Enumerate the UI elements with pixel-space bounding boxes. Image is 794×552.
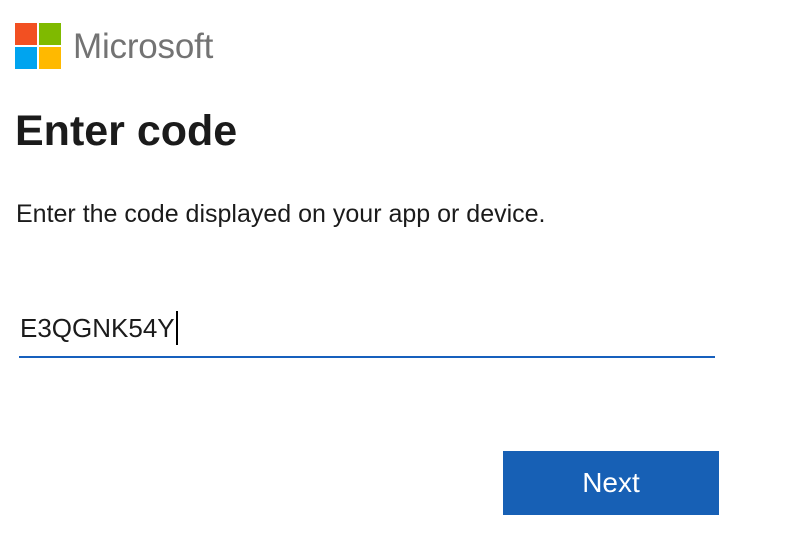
logo-blue-square bbox=[15, 47, 37, 69]
page-title: Enter code bbox=[15, 107, 238, 155]
logo-red-square bbox=[15, 23, 37, 45]
logo-yellow-square bbox=[39, 47, 61, 69]
microsoft-brand: Microsoft bbox=[15, 22, 213, 70]
logo-green-square bbox=[39, 23, 61, 45]
microsoft-logo-icon bbox=[15, 23, 61, 69]
text-caret bbox=[175, 311, 178, 345]
code-input-value[interactable]: E3QGNK54Y bbox=[19, 315, 175, 341]
enter-code-page: Microsoft Enter code Enter the code disp… bbox=[0, 0, 794, 552]
brand-name: Microsoft bbox=[73, 26, 214, 66]
code-input-field[interactable]: E3QGNK54Y bbox=[19, 300, 715, 358]
next-button[interactable]: Next bbox=[503, 451, 719, 515]
instruction-text: Enter the code displayed on your app or … bbox=[16, 200, 546, 228]
